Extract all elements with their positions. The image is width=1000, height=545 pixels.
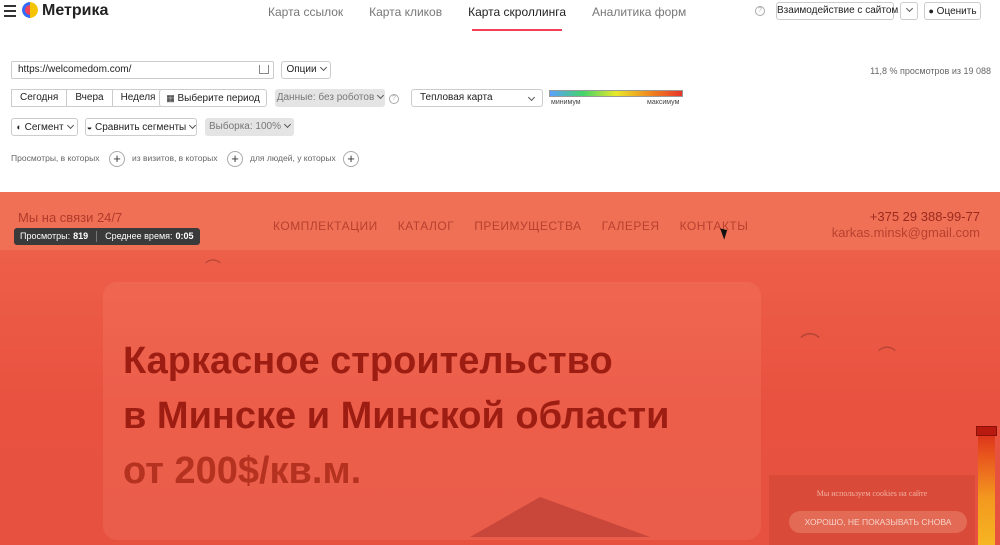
choose-period-button[interactable]: ▦ Выберите период	[159, 89, 267, 107]
compare-icon: ◒	[86, 122, 93, 132]
period-today[interactable]: Сегодня	[11, 89, 68, 107]
site-nav-item[interactable]: КОНТАКТЫ	[680, 219, 749, 233]
site-nav-item[interactable]: ГАЛЕРЕЯ	[602, 219, 660, 233]
cookie-banner: Мы используем cookies на сайте ХОРОШО, Н…	[769, 475, 975, 545]
tooltip-time-value: 0:05	[175, 231, 194, 241]
scroll-tooltip: Просмотры: 819 Среднее время: 0:05	[14, 228, 200, 245]
chevron-down-icon	[905, 4, 913, 13]
data-filter-label: Данные: без роботов	[276, 92, 375, 103]
menu-icon[interactable]	[4, 5, 16, 17]
rate-label: Оценить	[936, 6, 977, 17]
options-label: Опции	[286, 64, 317, 75]
choose-period-label: Выберите период	[177, 93, 260, 104]
map-type-dropdown[interactable]: Тепловая карта	[411, 89, 543, 107]
site-tagline: Мы на связи 24/7	[18, 210, 123, 225]
chevron-down-icon	[189, 121, 197, 130]
segment-button[interactable]: ◐ Сегмент	[11, 118, 78, 136]
bird-icon: ⌒	[800, 333, 820, 355]
hero-price: от 200$/кв.м.	[123, 450, 362, 492]
tooltip-time-label: Среднее время:	[105, 231, 173, 241]
hero-title-line2: в Минске и Минской области	[123, 395, 670, 437]
metrika-logo-icon	[22, 2, 38, 18]
report-tabs: Карта ссылок Карта кликов Карта скроллин…	[268, 5, 712, 31]
cookie-text: Мы используем cookies на сайте	[816, 489, 928, 498]
filter-visits-label: из визитов, в которых	[132, 153, 218, 163]
tooltip-views-label: Просмотры:	[20, 231, 71, 241]
tab-scroll-map[interactable]: Карта скроллинга	[468, 5, 566, 31]
site-interaction-label: Взаимодействие с сайтом	[777, 5, 899, 16]
scroll-heatmap-preview[interactable]: Мы на связи 24/7 КОМПЛЕКТАЦИИ КАТАЛОГ ПР…	[0, 192, 1000, 545]
data-filter-dropdown[interactable]: Данные: без роботов	[275, 89, 385, 107]
house-roof	[470, 497, 650, 537]
period-selector: Сегодня Вчера Неделя	[11, 89, 165, 107]
site-email: karkas.minsk@gmail.com	[831, 225, 980, 240]
site-interaction-button[interactable]: Взаимодействие с сайтом	[776, 2, 898, 20]
heat-legend-bar	[549, 90, 683, 97]
site-phone: +375 29 388-99-77	[869, 209, 980, 224]
help-icon[interactable]: ?	[755, 6, 765, 16]
rate-button[interactable]: ● Оценить	[924, 2, 981, 20]
site-nav: КОМПЛЕКТАЦИИ КАТАЛОГ ПРЕИМУЩЕСТВА ГАЛЕРЕ…	[273, 219, 768, 233]
url-value: https://welcomedom.com/	[18, 64, 132, 75]
chevron-down-icon	[319, 63, 327, 72]
map-type-label: Тепловая карта	[420, 92, 493, 103]
url-input[interactable]: https://welcomedom.com/	[11, 61, 274, 79]
hero-title-line1: Каркасное строительство	[123, 340, 613, 382]
sample-dropdown[interactable]: Выборка: 100%	[205, 118, 294, 136]
calendar-icon: ▦	[166, 93, 175, 103]
tab-link-map[interactable]: Карта ссылок	[268, 5, 343, 19]
filter-people-label: для людей, у которых	[250, 153, 336, 163]
share-icon[interactable]	[259, 65, 269, 74]
add-people-filter-button[interactable]: +	[343, 151, 359, 167]
bird-icon: ⌒	[205, 260, 222, 277]
scroll-depth-scale	[978, 428, 995, 545]
brand-name: Метрика	[42, 2, 109, 19]
site-nav-item[interactable]: КАТАЛОГ	[398, 219, 454, 233]
bird-icon: ⌒	[878, 346, 896, 366]
more-dropdown-button[interactable]	[900, 2, 918, 20]
chevron-down-icon	[377, 91, 385, 100]
options-button[interactable]: Опции	[281, 61, 331, 79]
period-yesterday[interactable]: Вчера	[67, 89, 113, 107]
segment-label: Сегмент	[24, 122, 64, 133]
segment-icon: ◐	[16, 122, 22, 132]
help-icon[interactable]: ?	[389, 94, 399, 104]
site-nav-item[interactable]: КОМПЛЕКТАЦИИ	[273, 219, 378, 233]
add-visits-filter-button[interactable]: +	[227, 151, 243, 167]
legend-max-label: максимум	[647, 99, 680, 106]
sample-label: Выборка: 100%	[209, 121, 281, 132]
tab-form-analytics[interactable]: Аналитика форм	[592, 5, 686, 19]
views-info: 11,8 % просмотров из 19 088	[870, 66, 991, 76]
chevron-down-icon	[66, 121, 74, 130]
cookie-accept-button[interactable]: ХОРОШО, НЕ ПОКАЗЫВАТЬ СНОВА	[789, 511, 967, 533]
site-nav-item[interactable]: ПРЕИМУЩЕСТВА	[474, 219, 581, 233]
add-views-filter-button[interactable]: +	[109, 151, 125, 167]
tab-click-map[interactable]: Карта кликов	[369, 5, 442, 19]
scroll-depth-handle[interactable]	[976, 426, 997, 436]
tooltip-divider	[96, 231, 98, 242]
compare-segments-button[interactable]: ◒ Сравнить сегменты	[85, 118, 197, 136]
dots-icon: ●	[928, 6, 934, 16]
period-week[interactable]: Неделя	[112, 89, 165, 107]
chevron-down-icon	[527, 93, 536, 102]
top-bar: Метрика Карта ссылок Карта кликов Карта …	[0, 0, 1000, 31]
filter-views-label: Просмотры, в которых	[11, 153, 100, 163]
compare-segments-label: Сравнить сегменты	[94, 122, 187, 133]
chevron-down-icon	[283, 120, 292, 129]
tooltip-views-value: 819	[73, 231, 89, 241]
legend-min-label: минимум	[551, 99, 581, 106]
